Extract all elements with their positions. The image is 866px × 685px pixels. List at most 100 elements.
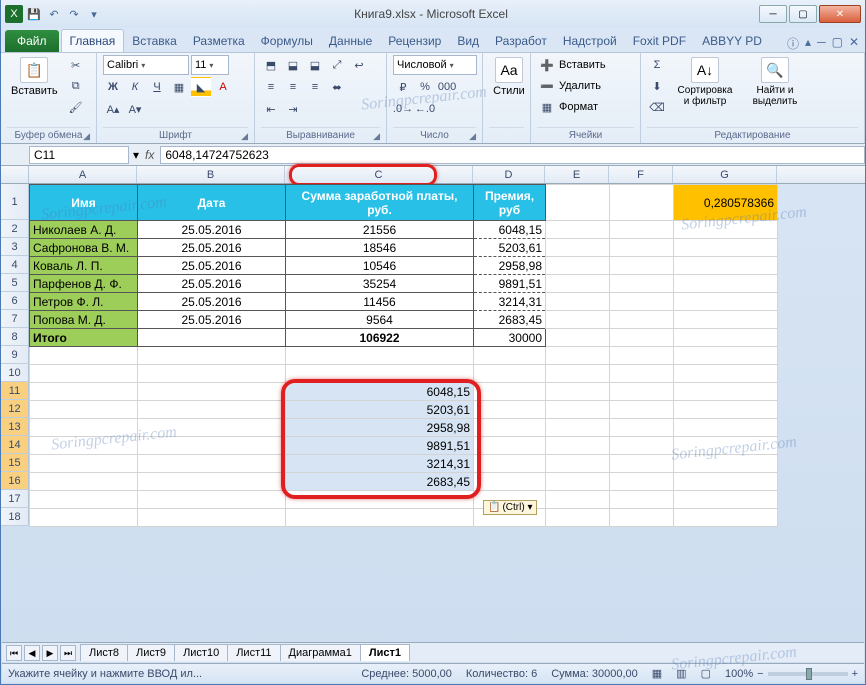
align-center-icon[interactable]: ≡ [283,77,303,97]
border-icon[interactable]: ▦ [169,77,189,97]
row-4[interactable]: 4 [1,256,29,274]
sheet-nav-last[interactable]: ⏭ [60,645,76,661]
cells-insert-button[interactable]: ➕Вставить [537,55,606,75]
tab-home[interactable]: Главная [61,29,125,52]
paste-button[interactable]: 📋 Вставить [7,55,62,99]
row-1[interactable]: 1 [1,184,29,220]
grow-font-icon[interactable]: A▴ [103,99,123,119]
tab-layout[interactable]: Разметка [185,30,253,52]
tab-review[interactable]: Рецензир [380,30,449,52]
cell-C14[interactable]: 9891,51 [286,437,474,455]
cell-B7[interactable]: 25.05.2016 [138,311,286,329]
cell-C12[interactable]: 5203,61 [286,401,474,419]
help-icon[interactable]: ⓘ [787,35,799,52]
cell-D6[interactable]: 3214,31 [474,293,546,311]
cell-G1[interactable]: 0,280578366 [674,185,778,221]
inc-decimal-icon[interactable]: .0→ [393,99,413,119]
view-normal-icon[interactable]: ▦ [652,667,662,680]
fill-icon[interactable]: ⬇ [647,76,667,96]
row-3[interactable]: 3 [1,238,29,256]
sort-filter-button[interactable]: A↓Сортировка и фильтр [671,55,739,109]
tab-addons[interactable]: Надстрой [555,30,625,52]
cell-A7[interactable]: Попова М. Д. [30,311,138,329]
col-A[interactable]: A [29,166,137,183]
cell-D7[interactable]: 2683,45 [474,311,546,329]
row-18[interactable]: 18 [1,508,29,526]
clear-icon[interactable]: ⌫ [647,97,667,117]
dec-decimal-icon[interactable]: ←.0 [415,99,435,119]
cell-A8[interactable]: Итого [30,329,138,347]
cell-A5[interactable]: Парфенов Д. Ф. [30,275,138,293]
font-size-combo[interactable]: 11▾ [191,55,229,75]
align-bottom-icon[interactable]: ⬓ [305,55,325,75]
view-layout-icon[interactable]: ▥ [676,667,686,680]
bold-icon[interactable]: Ж [103,77,123,97]
copy-icon[interactable]: ⧉ [66,76,86,96]
maximize-button[interactable]: ▢ [789,5,817,23]
cell-C6[interactable]: 11456 [286,293,474,311]
font-color-icon[interactable]: A [213,77,233,97]
col-C[interactable]: C [285,166,473,183]
sheet-nav-prev[interactable]: ◀ [24,645,40,661]
currency-icon[interactable]: ₽ [393,77,413,97]
qat-dropdown-icon[interactable]: ▾ [85,5,103,23]
cell-F1[interactable] [610,185,674,221]
sheet-nav-next[interactable]: ▶ [42,645,58,661]
cell-B6[interactable]: 25.05.2016 [138,293,286,311]
cell-D1[interactable]: Премия, руб [474,185,546,221]
tab-data[interactable]: Данные [321,30,380,52]
cell-E1[interactable] [546,185,610,221]
row-16[interactable]: 16 [1,472,29,490]
row-7[interactable]: 7 [1,310,29,328]
sheet-tab[interactable]: Лист10 [174,644,228,661]
tab-abbyy[interactable]: ABBYY PD [694,30,770,52]
row-2[interactable]: 2 [1,220,29,238]
sheet-tab[interactable]: Лист9 [127,644,175,661]
indent-dec-icon[interactable]: ⇤ [261,99,281,119]
zoom-slider[interactable] [768,672,848,676]
col-B[interactable]: B [137,166,285,183]
row-9[interactable]: 9 [1,346,29,364]
row-5[interactable]: 5 [1,274,29,292]
comma-icon[interactable]: 000 [437,77,457,97]
merge-icon[interactable]: ⬌ [327,77,347,97]
cell-C8[interactable]: 106922 [286,329,474,347]
col-F[interactable]: F [609,166,673,183]
cells-delete-button[interactable]: ➖Удалить [537,76,601,96]
col-E[interactable]: E [545,166,609,183]
row-13[interactable]: 13 [1,418,29,436]
align-top-icon[interactable]: ⬒ [261,55,281,75]
minimize-ribbon-icon[interactable]: ▴ [805,35,811,52]
cell-D2[interactable]: 6048,15 [474,221,546,239]
fill-color-icon[interactable]: ◣ [191,77,211,97]
close-button[interactable]: ✕ [819,5,861,23]
underline-icon[interactable]: Ч [147,77,167,97]
file-tab[interactable]: Файл [5,30,59,52]
number-format-combo[interactable]: Числовой▾ [393,55,477,75]
zoom-in-icon[interactable]: + [852,668,858,680]
cell-A1[interactable]: Имя [30,185,138,221]
col-G[interactable]: G [673,166,777,183]
tab-foxit[interactable]: Foxit PDF [625,30,694,52]
cell-B1[interactable]: Дата [138,185,286,221]
cell-B5[interactable]: 25.05.2016 [138,275,286,293]
row-8[interactable]: 8 [1,328,29,346]
cell-D4[interactable]: 2958,98 [474,257,546,275]
cell-E2[interactable] [546,221,610,239]
cell-B4[interactable]: 25.05.2016 [138,257,286,275]
format-painter-icon[interactable]: 🖌 [66,97,86,117]
align-right-icon[interactable]: ≡ [305,77,325,97]
name-box[interactable]: C11 [29,146,129,164]
cell-C1[interactable]: Сумма заработной платы, руб. [286,185,474,221]
formula-value[interactable]: 6048,14724752623 [160,146,865,164]
wrap-text-icon[interactable]: ↩ [349,55,369,75]
cell-A2[interactable]: Николаев А. Д. [30,221,138,239]
row-14[interactable]: 14 [1,436,29,454]
cell-C13[interactable]: 2958,98 [286,419,474,437]
autosum-icon[interactable]: Σ [647,55,667,75]
row-15[interactable]: 15 [1,454,29,472]
sheet-tab-active[interactable]: Лист1 [360,644,410,661]
cell-B8[interactable] [138,329,286,347]
cell-A3[interactable]: Сафронова В. М. [30,239,138,257]
doc-min-icon[interactable]: ─ [817,35,826,52]
